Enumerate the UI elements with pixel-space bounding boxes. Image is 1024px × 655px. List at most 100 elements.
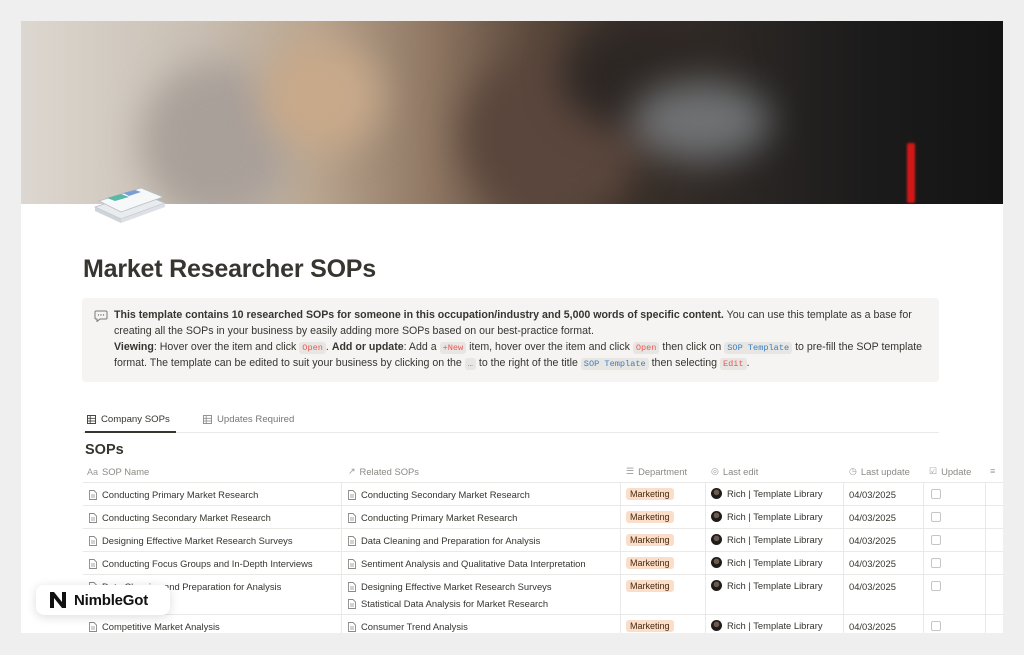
document-icon <box>348 621 356 632</box>
table-row[interactable]: Data Cleaning and Preparation for Analys… <box>83 575 1003 615</box>
related-sop-link[interactable]: Conducting Secondary Market Research <box>348 489 530 500</box>
document-icon <box>89 621 97 632</box>
last-update-date: 04/03/2025 <box>849 535 896 546</box>
column-header-department[interactable]: ☰ Department <box>626 466 687 477</box>
related-sop-link[interactable]: Consumer Trend Analysis <box>348 621 468 632</box>
cell-divider <box>341 575 342 614</box>
open-code: Open <box>632 341 660 354</box>
database-title: SOPs <box>85 442 124 458</box>
document-icon <box>348 512 356 523</box>
cell-divider <box>843 615 844 633</box>
tab-company-sops[interactable]: Company SOPs <box>85 414 176 433</box>
sop-name-cell[interactable]: Conducting Focus Groups and In-Depth Int… <box>89 558 313 569</box>
speech-bubble-icon <box>94 310 108 322</box>
related-sop-name: Data Cleaning and Preparation for Analys… <box>361 535 541 546</box>
sop-name-cell[interactable]: Competitive Market Analysis <box>89 621 220 632</box>
cell-divider <box>620 506 621 528</box>
column-header-more[interactable]: ≡ <box>990 466 995 476</box>
cell-divider <box>620 615 621 633</box>
column-header-name[interactable]: Aa SOP Name <box>87 466 149 477</box>
department-tag: Marketing <box>626 557 674 569</box>
sop-name-cell[interactable]: Conducting Secondary Market Research <box>89 512 271 523</box>
cell-divider <box>843 575 844 614</box>
related-sop-link[interactable]: Designing Effective Market Research Surv… <box>348 581 552 592</box>
tab-updates-required[interactable]: Updates Required <box>203 414 294 425</box>
cell-divider <box>705 483 706 505</box>
sop-template-code: SOP Template <box>724 341 793 354</box>
view-tabs: Company SOPs Updates Required <box>83 410 939 433</box>
related-sop-link[interactable]: Statistical Data Analysis for Market Res… <box>348 598 548 609</box>
page-title: Market Researcher SOPs <box>83 255 376 283</box>
arrow-up-right-icon: ↗ <box>348 466 356 476</box>
table-row[interactable]: Conducting Primary Market Research Conduc… <box>83 483 1003 506</box>
cell-divider <box>843 483 844 505</box>
column-header-last-update[interactable]: ◷ Last update <box>849 466 910 477</box>
update-checkbox[interactable] <box>931 512 941 522</box>
table-header: Aa SOP Name ↗ Related SOPs ☰ Department ◎ La… <box>83 461 1003 483</box>
viewing-label: Viewing <box>114 340 154 353</box>
column-header-related[interactable]: ↗ Related SOPs <box>348 466 419 477</box>
checkbox-icon: ☑ <box>929 466 938 476</box>
sop-name-cell[interactable]: Conducting Primary Market Research <box>89 489 258 500</box>
table-row[interactable]: Conducting Focus Groups and In-Depth Int… <box>83 552 1003 575</box>
sop-template-code: SOP Template <box>580 358 649 371</box>
cell-divider <box>620 575 621 614</box>
last-update-date: 04/03/2025 <box>849 558 896 569</box>
editor-name: Rich | Template Library <box>727 557 823 568</box>
cover-image <box>21 21 1003 204</box>
sop-name-cell[interactable]: Designing Effective Market Research Surv… <box>89 535 293 546</box>
column-label: Department <box>638 466 688 477</box>
update-checkbox[interactable] <box>931 581 941 591</box>
column-label: Update <box>941 466 972 477</box>
related-sop-name: Statistical Data Analysis for Market Res… <box>361 598 549 609</box>
page-frame: Market Researcher SOPs This template con… <box>21 21 1003 633</box>
table-row[interactable]: Conducting Secondary Market Research Cond… <box>83 506 1003 529</box>
cell-divider <box>620 529 621 551</box>
cell-divider <box>985 506 986 528</box>
cell-divider <box>705 575 706 614</box>
callout-block: This template contains 10 researched SOP… <box>82 298 939 382</box>
document-icon <box>89 512 97 523</box>
column-header-update[interactable]: ☑ Update <box>929 466 971 477</box>
update-checkbox[interactable] <box>931 621 941 631</box>
avatar <box>711 557 722 568</box>
related-sop-link[interactable]: Sentiment Analysis and Qualitative Data … <box>348 558 586 569</box>
related-sop-link[interactable]: Conducting Primary Market Research <box>348 512 517 523</box>
cell-divider <box>923 615 924 633</box>
column-label: Last edit <box>722 466 759 477</box>
cell-divider <box>923 483 924 505</box>
add-text: : Add a <box>403 340 440 353</box>
list-icon: ☰ <box>626 466 635 476</box>
document-icon <box>348 598 356 609</box>
update-checkbox[interactable] <box>931 535 941 545</box>
related-sop-name: Sentiment Analysis and Qualitative Data … <box>361 558 586 569</box>
cell-divider <box>985 483 986 505</box>
last-update-date: 04/03/2025 <box>849 581 896 592</box>
cell-divider <box>923 506 924 528</box>
update-checkbox[interactable] <box>931 489 941 499</box>
sop-name: Designing Effective Market Research Surv… <box>102 535 293 546</box>
open-code: Open <box>299 341 326 354</box>
document-icon <box>348 489 356 500</box>
last-update-date: 04/03/2025 <box>849 621 896 632</box>
related-sop-link[interactable]: Data Cleaning and Preparation for Analys… <box>348 535 540 546</box>
callout-text: This template contains 10 researched SOP… <box>114 309 923 371</box>
update-checkbox[interactable] <box>931 558 941 568</box>
document-icon <box>89 558 97 569</box>
cell-divider <box>923 529 924 551</box>
avatar <box>711 511 722 522</box>
table-row[interactable]: Competitive Market Analysis Consumer Tren… <box>83 615 1003 633</box>
document-icon <box>89 535 97 546</box>
table-row[interactable]: Designing Effective Market Research Surv… <box>83 529 1003 552</box>
nimblegot-badge[interactable]: NimbleGot <box>36 585 170 615</box>
column-header-last-edit[interactable]: ◎ Last edit <box>711 466 758 477</box>
clock-icon: ◷ <box>849 466 857 476</box>
add-label: Add or update <box>331 340 404 353</box>
avatar <box>711 620 722 631</box>
last-edit-cell: Rich | Template Library <box>711 557 823 568</box>
department-tag: Marketing <box>626 620 674 632</box>
editor-name: Rich | Template Library <box>727 534 823 545</box>
document-icon <box>89 489 97 500</box>
last-edit-cell: Rich | Template Library <box>711 620 823 631</box>
department-tag: Marketing <box>626 534 674 546</box>
